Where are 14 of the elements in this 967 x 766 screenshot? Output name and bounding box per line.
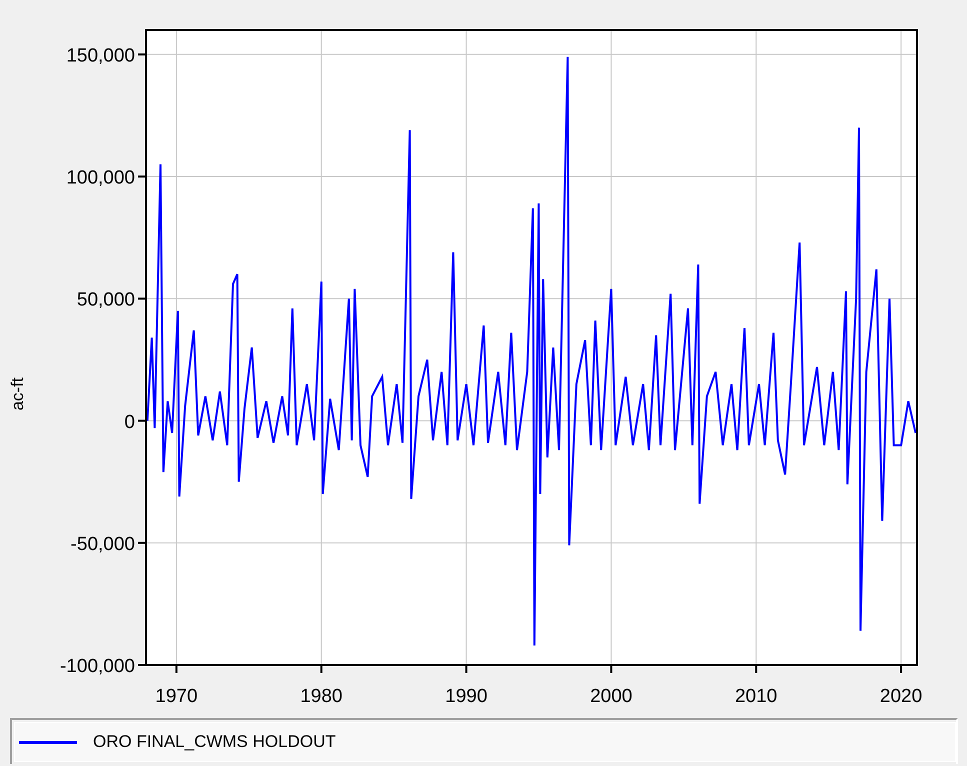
legend-label: ORO FINAL_CWMS HOLDOUT [93,731,336,754]
x-tick-label: 2000 [590,686,632,707]
y-tick-label: -100,000 [60,656,135,677]
y-tick-label: 0 [124,412,135,433]
y-tick-label: 150,000 [66,45,135,66]
y-tick-label: 50,000 [76,290,135,311]
x-tick-label: 1980 [300,686,342,707]
x-tick-label: 2020 [880,686,922,707]
y-tick-label: 100,000 [66,168,135,189]
y-tick-label: -50,000 [70,534,135,555]
x-tick-label: 1970 [155,686,198,707]
x-tick-label: 1990 [445,686,488,707]
x-tick-label: 2010 [735,686,778,707]
y-axis-label: ac-ft [8,377,27,411]
